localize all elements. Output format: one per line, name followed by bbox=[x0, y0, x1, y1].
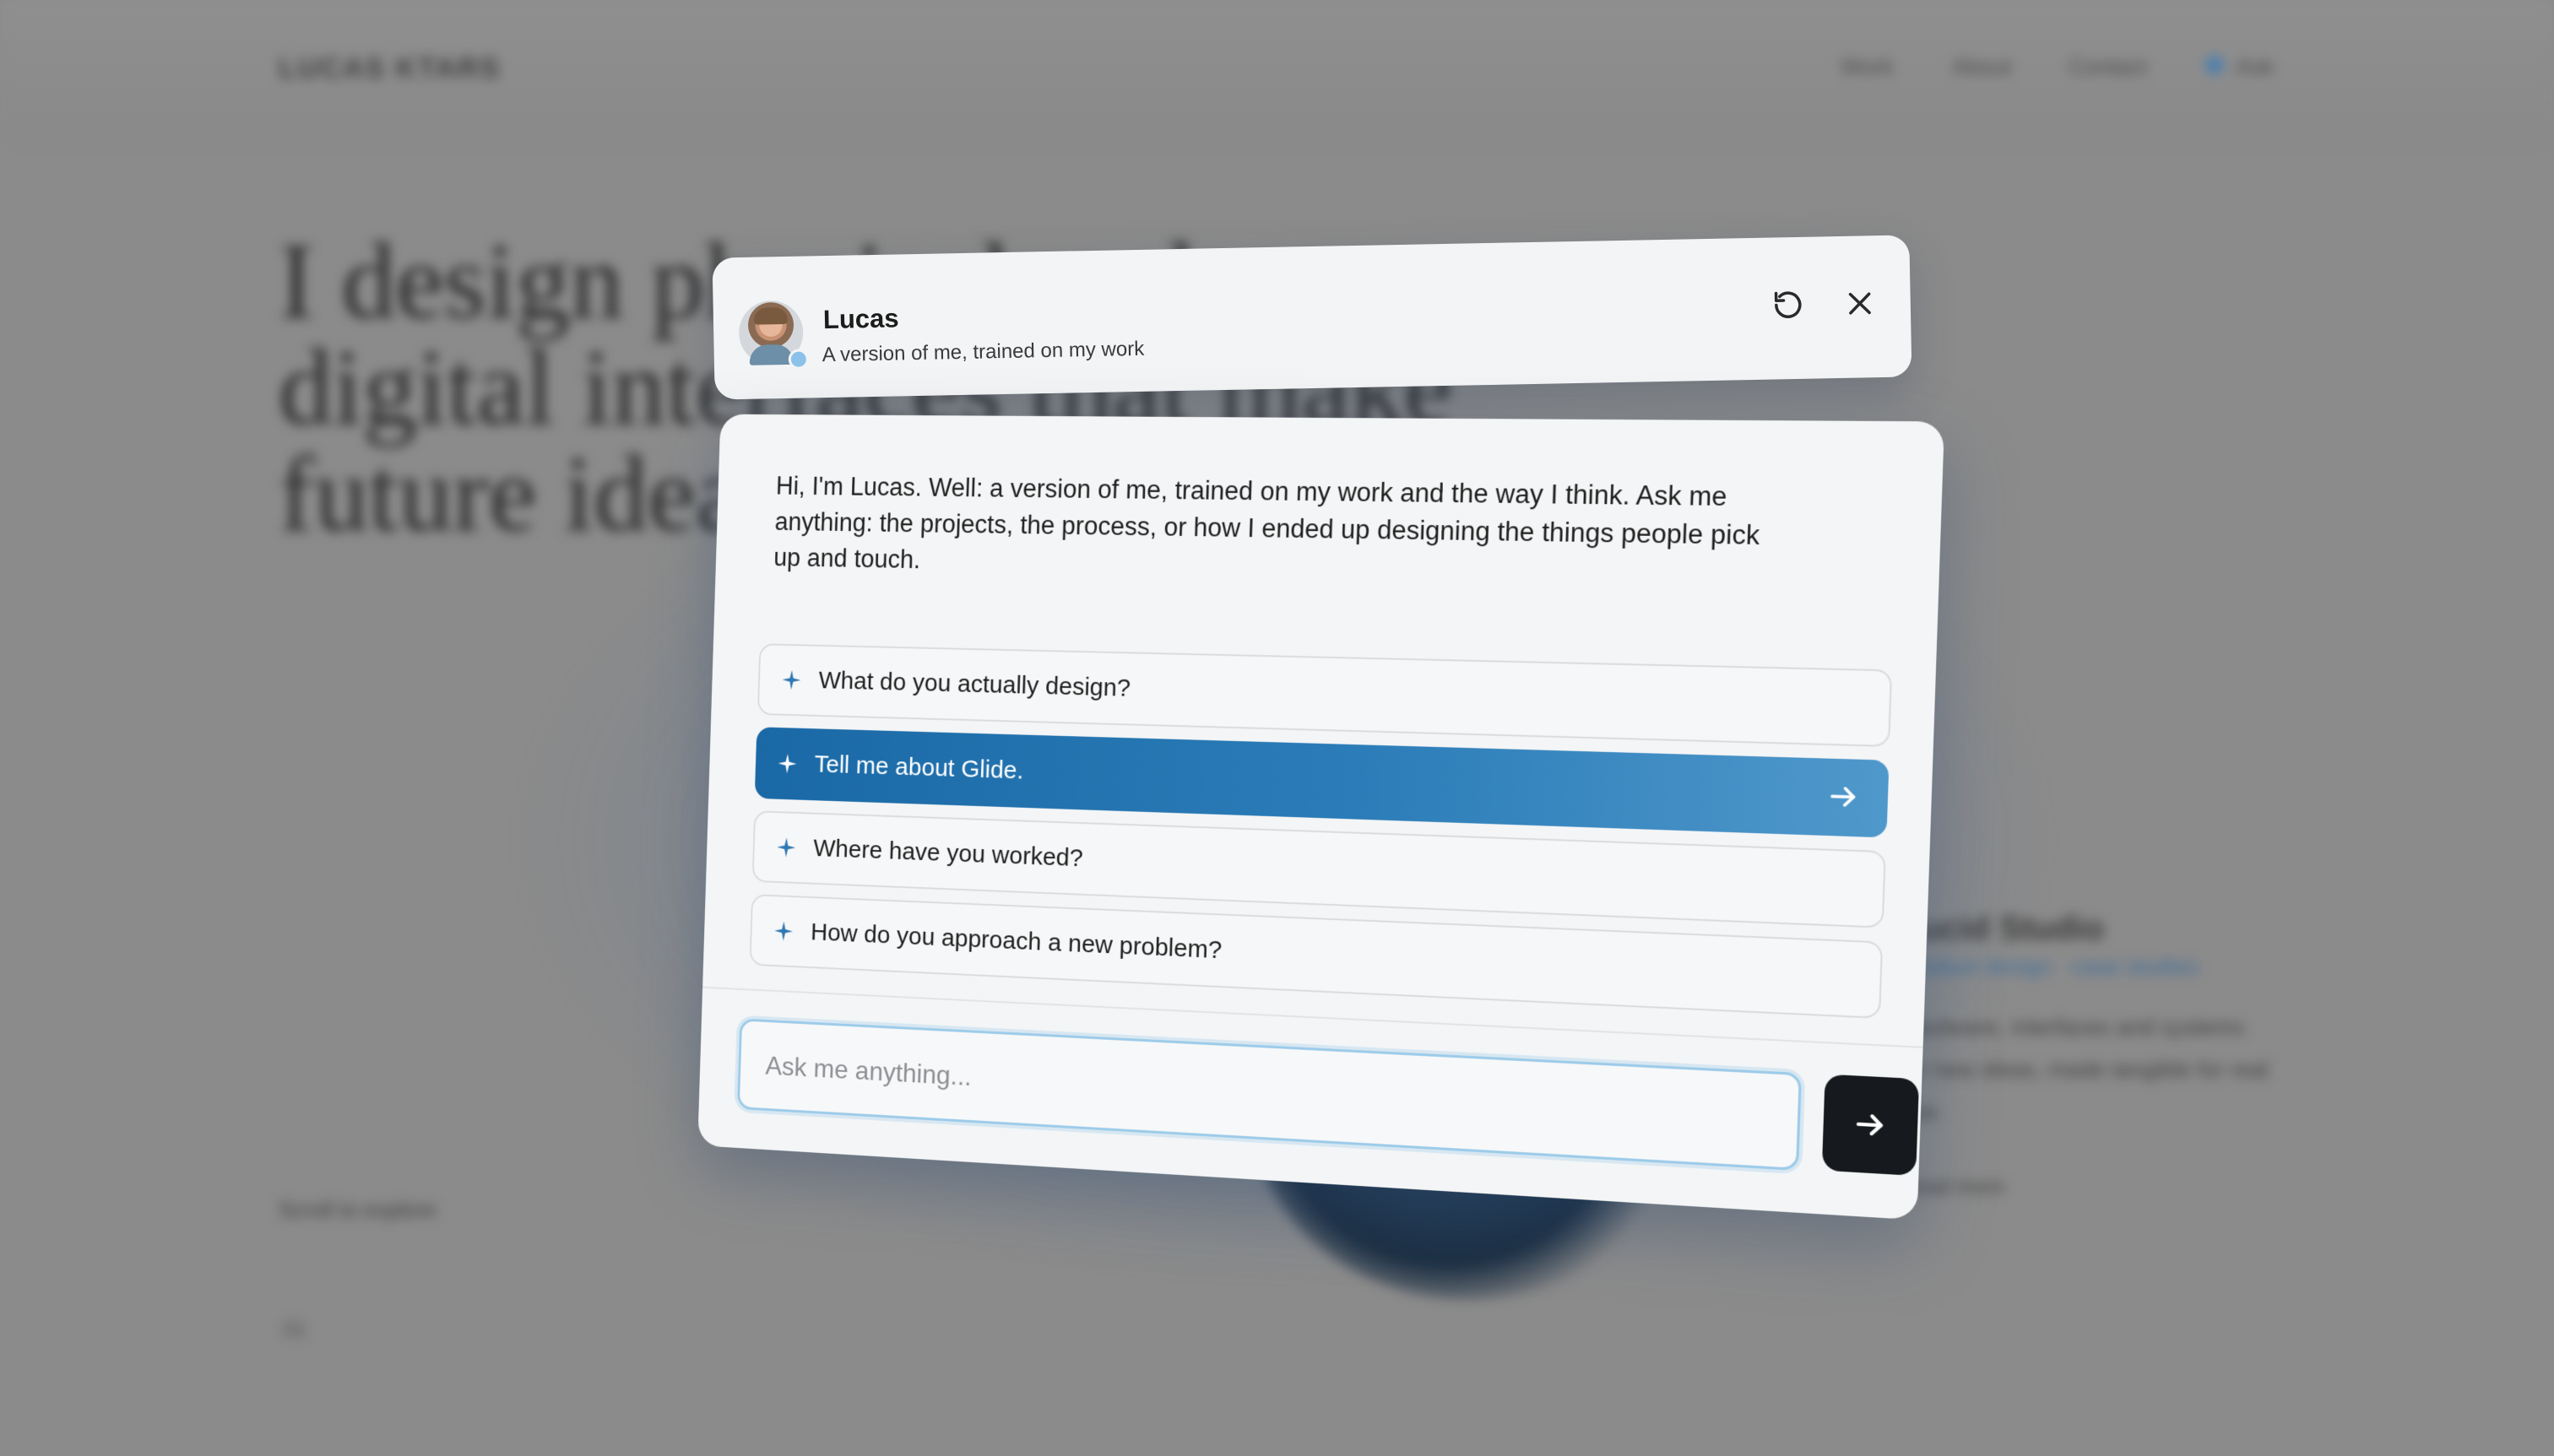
reset-icon bbox=[1774, 291, 1802, 318]
sparkle-icon bbox=[764, 668, 819, 691]
send-button[interactable] bbox=[1821, 1074, 1920, 1177]
sparkle-icon bbox=[756, 919, 811, 943]
message-input[interactable] bbox=[763, 1049, 1798, 1139]
chat-name: Lucas bbox=[822, 303, 899, 335]
reset-button[interactable] bbox=[1764, 281, 1812, 329]
suggestion-label: What do you actually design? bbox=[818, 666, 1131, 702]
chat-widget: Lucas A version of me, trained on my wor… bbox=[0, 0, 2554, 1456]
online-status-dot bbox=[788, 349, 810, 370]
suggestion-label: How do you approach a new problem? bbox=[810, 918, 1223, 965]
intro-message: Hi, I'm Lucas. Well: a version of me, tr… bbox=[773, 471, 1760, 575]
suggestion-label: Where have you worked? bbox=[812, 834, 1084, 873]
close-button[interactable] bbox=[1836, 279, 1884, 327]
chat-header: Lucas A version of me, trained on my wor… bbox=[712, 235, 1912, 400]
suggestion-label: Tell me about Glide. bbox=[814, 750, 1025, 785]
avatar-hair bbox=[753, 306, 789, 325]
chat-panel: Hi, I'm Lucas. Well: a version of me, tr… bbox=[697, 414, 1945, 1221]
sparkle-icon bbox=[760, 752, 815, 775]
sparkle-icon bbox=[759, 836, 814, 858]
close-icon bbox=[1848, 292, 1871, 315]
arrow-right-icon bbox=[1852, 1107, 1889, 1144]
avatar bbox=[738, 300, 810, 370]
message-input-container bbox=[737, 1018, 1803, 1172]
avatar-shirt bbox=[749, 344, 794, 365]
arrow-right-icon bbox=[1825, 780, 1861, 819]
chat-subtitle: A version of me, trained on my work bbox=[822, 337, 1145, 367]
